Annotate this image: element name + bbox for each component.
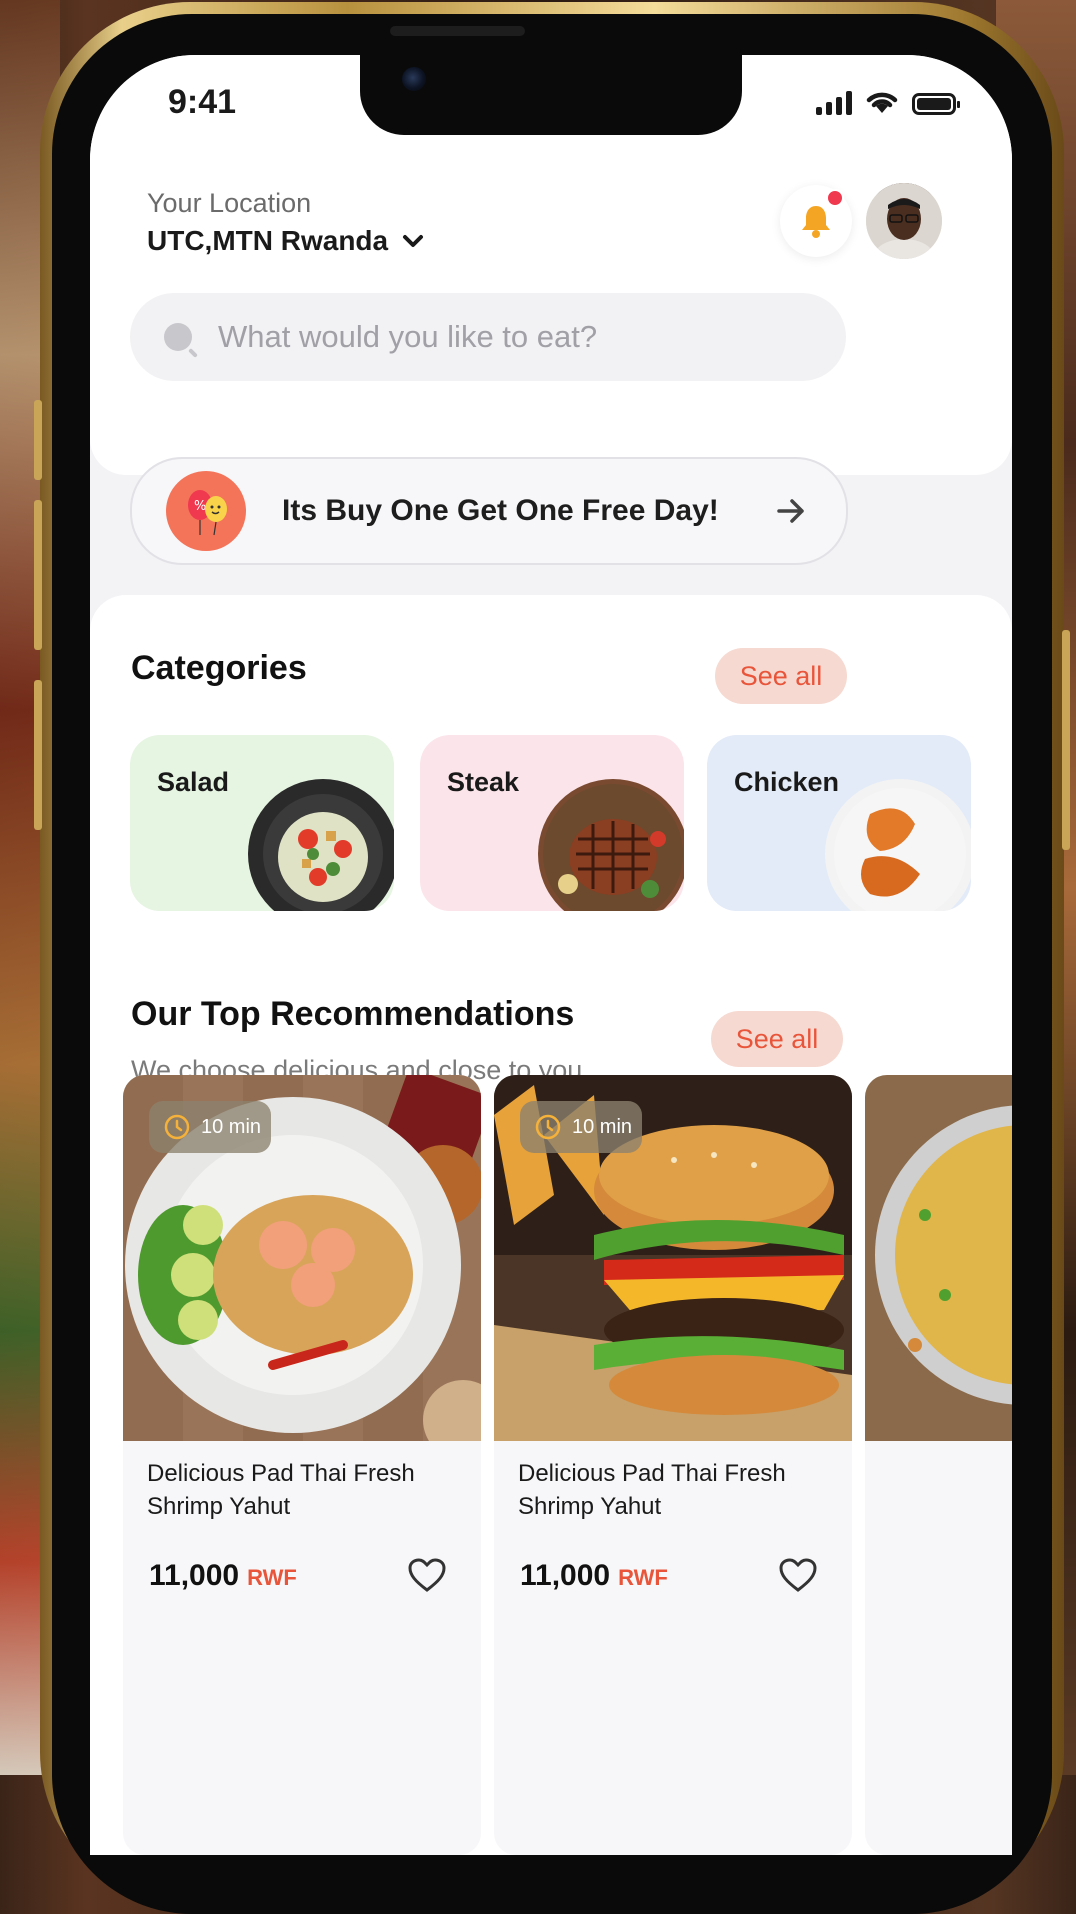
signal-icon <box>816 91 852 115</box>
phone-power-button <box>1062 630 1070 850</box>
price: 11,000 RWF <box>520 1559 668 1593</box>
delivery-time: 10 min <box>201 1115 262 1138</box>
delivery-time: 10 min <box>572 1115 633 1138</box>
notifications-button[interactable] <box>780 185 852 257</box>
price: 11,000 RWF <box>149 1559 297 1593</box>
recommendation-card[interactable] <box>865 1075 1012 1855</box>
app-screen: 9:41 Your Location UTC,MTN Rwanda What w… <box>90 55 1012 1855</box>
search-icon <box>164 323 192 351</box>
location-label: Your Location <box>147 188 312 218</box>
promo-text: Its Buy One Get One Free Day! <box>282 494 719 527</box>
wifi-icon <box>866 92 898 113</box>
recommendation-info <box>865 1441 1012 1855</box>
phone-volume-down-button <box>34 680 42 830</box>
heart-icon[interactable] <box>407 1557 447 1593</box>
bell-icon <box>802 206 830 238</box>
category-label: Steak <box>447 767 520 797</box>
status-time: 9:41 <box>168 83 237 121</box>
price-value: 11,000 <box>149 1559 240 1592</box>
phone-volume-up-button <box>34 500 42 650</box>
delivery-time-badge: 10 min <box>149 1101 271 1153</box>
dish-name: Delicious Pad Thai Fresh Shrimp Yahut <box>147 1460 415 1520</box>
steak-image <box>538 779 684 911</box>
avatar-photo <box>866 183 942 259</box>
search-input[interactable]: What would you like to eat? <box>218 319 597 355</box>
recommendations-title: Our Top Recommendations <box>131 995 575 1033</box>
location-value: UTC,MTN Rwanda <box>147 225 389 256</box>
notification-dot <box>826 189 844 207</box>
battery-icon <box>912 93 960 115</box>
recommendation-info: Delicious Pad Thai Fresh Shrimp Yahut 11… <box>494 1441 852 1855</box>
price-currency: RWF <box>618 1565 668 1590</box>
dish-name: Delicious Pad Thai Fresh Shrimp Yahut <box>518 1460 786 1520</box>
categories-see-all-button[interactable]: See all <box>715 648 847 704</box>
clock-icon <box>535 1114 561 1140</box>
promo-banner[interactable]: % Its Buy One Get One Free Day! <box>130 457 848 565</box>
price-currency: RWF <box>247 1565 297 1590</box>
recommendations-see-all-button[interactable]: See all <box>711 1011 843 1067</box>
phone-speaker <box>390 26 525 36</box>
price-value: 11,000 <box>520 1559 611 1592</box>
category-card-salad[interactable]: Salad <box>130 735 394 911</box>
chicken-image <box>825 779 971 911</box>
balloon-icon: % <box>166 471 246 551</box>
arrow-right-icon <box>777 499 804 523</box>
category-card-steak[interactable]: Steak <box>420 735 684 911</box>
category-card-chicken[interactable]: Chicken <box>707 735 971 911</box>
status-icons <box>816 89 960 115</box>
delivery-time-badge: 10 min <box>520 1101 642 1153</box>
recommendation-card[interactable]: 10 min Delicious Pad Thai Fresh Shrimp Y… <box>494 1075 852 1855</box>
rice-dish-image <box>865 1075 1012 1441</box>
categories-title: Categories <box>131 649 307 687</box>
salad-image <box>248 779 394 911</box>
avatar[interactable] <box>866 183 942 259</box>
phone-notch <box>360 55 742 135</box>
location-selector[interactable]: UTC,MTN Rwanda <box>147 225 424 257</box>
camera-icon <box>402 67 426 91</box>
chevron-down-icon <box>403 235 424 247</box>
recommendation-info: Delicious Pad Thai Fresh Shrimp Yahut 11… <box>123 1441 481 1855</box>
recommendation-card[interactable]: 10 min Delicious Pad Thai Fresh Shrimp Y… <box>123 1075 481 1855</box>
category-label: Chicken <box>734 767 840 797</box>
clock-icon <box>164 1114 190 1140</box>
category-label: Salad <box>157 767 230 797</box>
heart-icon[interactable] <box>778 1557 818 1593</box>
svg-text:%: % <box>194 499 206 514</box>
phone-side-button <box>34 400 42 480</box>
search-bar[interactable]: What would you like to eat? <box>130 293 846 381</box>
